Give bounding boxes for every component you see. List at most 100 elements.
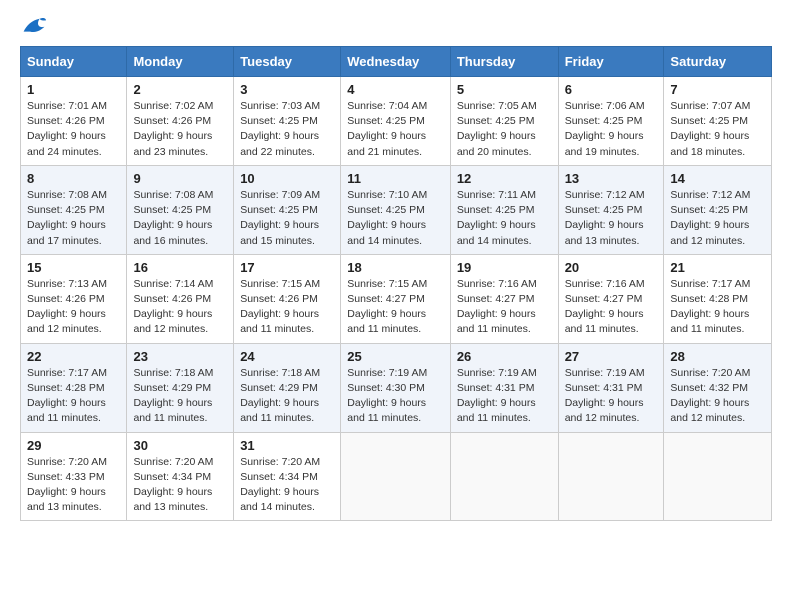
day-detail: Sunrise: 7:16 AMSunset: 4:27 PMDaylight:… xyxy=(565,278,645,336)
day-detail: Sunrise: 7:17 AMSunset: 4:28 PMDaylight:… xyxy=(27,367,107,425)
day-detail: Sunrise: 7:09 AMSunset: 4:25 PMDaylight:… xyxy=(240,189,320,247)
day-cell: 9 Sunrise: 7:08 AMSunset: 4:25 PMDayligh… xyxy=(127,165,234,254)
day-cell: 3 Sunrise: 7:03 AMSunset: 4:25 PMDayligh… xyxy=(234,77,341,166)
day-detail: Sunrise: 7:12 AMSunset: 4:25 PMDaylight:… xyxy=(670,189,750,247)
day-detail: Sunrise: 7:15 AMSunset: 4:27 PMDaylight:… xyxy=(347,278,427,336)
day-cell xyxy=(341,432,451,521)
day-number: 26 xyxy=(457,349,552,364)
day-cell: 23 Sunrise: 7:18 AMSunset: 4:29 PMDaylig… xyxy=(127,343,234,432)
col-header-monday: Monday xyxy=(127,47,234,77)
day-detail: Sunrise: 7:19 AMSunset: 4:30 PMDaylight:… xyxy=(347,367,427,425)
day-detail: Sunrise: 7:16 AMSunset: 4:27 PMDaylight:… xyxy=(457,278,537,336)
day-cell: 19 Sunrise: 7:16 AMSunset: 4:27 PMDaylig… xyxy=(450,254,558,343)
day-cell: 5 Sunrise: 7:05 AMSunset: 4:25 PMDayligh… xyxy=(450,77,558,166)
logo-bird-icon xyxy=(22,16,46,36)
logo xyxy=(20,16,46,36)
day-number: 29 xyxy=(27,438,120,453)
day-cell: 26 Sunrise: 7:19 AMSunset: 4:31 PMDaylig… xyxy=(450,343,558,432)
col-header-tuesday: Tuesday xyxy=(234,47,341,77)
day-detail: Sunrise: 7:10 AMSunset: 4:25 PMDaylight:… xyxy=(347,189,427,247)
day-number: 15 xyxy=(27,260,120,275)
week-row-4: 22 Sunrise: 7:17 AMSunset: 4:28 PMDaylig… xyxy=(21,343,772,432)
day-cell: 11 Sunrise: 7:10 AMSunset: 4:25 PMDaylig… xyxy=(341,165,451,254)
day-detail: Sunrise: 7:02 AMSunset: 4:26 PMDaylight:… xyxy=(133,100,213,158)
day-number: 12 xyxy=(457,171,552,186)
day-number: 20 xyxy=(565,260,658,275)
day-detail: Sunrise: 7:18 AMSunset: 4:29 PMDaylight:… xyxy=(240,367,320,425)
day-detail: Sunrise: 7:08 AMSunset: 4:25 PMDaylight:… xyxy=(133,189,213,247)
day-detail: Sunrise: 7:20 AMSunset: 4:34 PMDaylight:… xyxy=(240,456,320,514)
day-cell: 13 Sunrise: 7:12 AMSunset: 4:25 PMDaylig… xyxy=(558,165,664,254)
day-number: 17 xyxy=(240,260,334,275)
day-number: 11 xyxy=(347,171,444,186)
day-number: 22 xyxy=(27,349,120,364)
day-cell: 4 Sunrise: 7:04 AMSunset: 4:25 PMDayligh… xyxy=(341,77,451,166)
header xyxy=(20,16,772,36)
week-row-3: 15 Sunrise: 7:13 AMSunset: 4:26 PMDaylig… xyxy=(21,254,772,343)
day-cell: 6 Sunrise: 7:06 AMSunset: 4:25 PMDayligh… xyxy=(558,77,664,166)
day-number: 7 xyxy=(670,82,765,97)
day-cell xyxy=(558,432,664,521)
day-number: 8 xyxy=(27,171,120,186)
day-detail: Sunrise: 7:20 AMSunset: 4:33 PMDaylight:… xyxy=(27,456,107,514)
day-cell: 25 Sunrise: 7:19 AMSunset: 4:30 PMDaylig… xyxy=(341,343,451,432)
day-number: 4 xyxy=(347,82,444,97)
day-detail: Sunrise: 7:06 AMSunset: 4:25 PMDaylight:… xyxy=(565,100,645,158)
day-detail: Sunrise: 7:04 AMSunset: 4:25 PMDaylight:… xyxy=(347,100,427,158)
day-cell: 12 Sunrise: 7:11 AMSunset: 4:25 PMDaylig… xyxy=(450,165,558,254)
day-cell: 7 Sunrise: 7:07 AMSunset: 4:25 PMDayligh… xyxy=(664,77,772,166)
day-number: 16 xyxy=(133,260,227,275)
day-number: 25 xyxy=(347,349,444,364)
day-detail: Sunrise: 7:18 AMSunset: 4:29 PMDaylight:… xyxy=(133,367,213,425)
day-detail: Sunrise: 7:14 AMSunset: 4:26 PMDaylight:… xyxy=(133,278,213,336)
day-detail: Sunrise: 7:08 AMSunset: 4:25 PMDaylight:… xyxy=(27,189,107,247)
day-detail: Sunrise: 7:03 AMSunset: 4:25 PMDaylight:… xyxy=(240,100,320,158)
day-cell xyxy=(450,432,558,521)
day-number: 6 xyxy=(565,82,658,97)
day-cell: 15 Sunrise: 7:13 AMSunset: 4:26 PMDaylig… xyxy=(21,254,127,343)
day-cell: 10 Sunrise: 7:09 AMSunset: 4:25 PMDaylig… xyxy=(234,165,341,254)
day-detail: Sunrise: 7:05 AMSunset: 4:25 PMDaylight:… xyxy=(457,100,537,158)
day-detail: Sunrise: 7:17 AMSunset: 4:28 PMDaylight:… xyxy=(670,278,750,336)
day-number: 23 xyxy=(133,349,227,364)
day-number: 13 xyxy=(565,171,658,186)
day-cell: 20 Sunrise: 7:16 AMSunset: 4:27 PMDaylig… xyxy=(558,254,664,343)
col-header-saturday: Saturday xyxy=(664,47,772,77)
day-detail: Sunrise: 7:13 AMSunset: 4:26 PMDaylight:… xyxy=(27,278,107,336)
day-detail: Sunrise: 7:11 AMSunset: 4:25 PMDaylight:… xyxy=(457,189,536,247)
col-header-wednesday: Wednesday xyxy=(341,47,451,77)
day-cell: 18 Sunrise: 7:15 AMSunset: 4:27 PMDaylig… xyxy=(341,254,451,343)
day-number: 30 xyxy=(133,438,227,453)
day-cell: 22 Sunrise: 7:17 AMSunset: 4:28 PMDaylig… xyxy=(21,343,127,432)
day-number: 28 xyxy=(670,349,765,364)
day-cell: 29 Sunrise: 7:20 AMSunset: 4:33 PMDaylig… xyxy=(21,432,127,521)
day-cell: 17 Sunrise: 7:15 AMSunset: 4:26 PMDaylig… xyxy=(234,254,341,343)
day-number: 5 xyxy=(457,82,552,97)
day-cell xyxy=(664,432,772,521)
day-number: 27 xyxy=(565,349,658,364)
day-number: 19 xyxy=(457,260,552,275)
day-cell: 30 Sunrise: 7:20 AMSunset: 4:34 PMDaylig… xyxy=(127,432,234,521)
day-cell: 28 Sunrise: 7:20 AMSunset: 4:32 PMDaylig… xyxy=(664,343,772,432)
day-detail: Sunrise: 7:01 AMSunset: 4:26 PMDaylight:… xyxy=(27,100,107,158)
day-number: 9 xyxy=(133,171,227,186)
day-cell: 24 Sunrise: 7:18 AMSunset: 4:29 PMDaylig… xyxy=(234,343,341,432)
col-header-friday: Friday xyxy=(558,47,664,77)
day-detail: Sunrise: 7:15 AMSunset: 4:26 PMDaylight:… xyxy=(240,278,320,336)
day-number: 18 xyxy=(347,260,444,275)
day-cell: 14 Sunrise: 7:12 AMSunset: 4:25 PMDaylig… xyxy=(664,165,772,254)
day-detail: Sunrise: 7:20 AMSunset: 4:34 PMDaylight:… xyxy=(133,456,213,514)
day-cell: 1 Sunrise: 7:01 AMSunset: 4:26 PMDayligh… xyxy=(21,77,127,166)
day-cell: 8 Sunrise: 7:08 AMSunset: 4:25 PMDayligh… xyxy=(21,165,127,254)
day-number: 2 xyxy=(133,82,227,97)
col-header-thursday: Thursday xyxy=(450,47,558,77)
day-cell: 31 Sunrise: 7:20 AMSunset: 4:34 PMDaylig… xyxy=(234,432,341,521)
day-cell: 21 Sunrise: 7:17 AMSunset: 4:28 PMDaylig… xyxy=(664,254,772,343)
day-cell: 2 Sunrise: 7:02 AMSunset: 4:26 PMDayligh… xyxy=(127,77,234,166)
day-number: 14 xyxy=(670,171,765,186)
day-detail: Sunrise: 7:20 AMSunset: 4:32 PMDaylight:… xyxy=(670,367,750,425)
day-detail: Sunrise: 7:12 AMSunset: 4:25 PMDaylight:… xyxy=(565,189,645,247)
day-number: 21 xyxy=(670,260,765,275)
day-detail: Sunrise: 7:19 AMSunset: 4:31 PMDaylight:… xyxy=(457,367,537,425)
week-row-5: 29 Sunrise: 7:20 AMSunset: 4:33 PMDaylig… xyxy=(21,432,772,521)
